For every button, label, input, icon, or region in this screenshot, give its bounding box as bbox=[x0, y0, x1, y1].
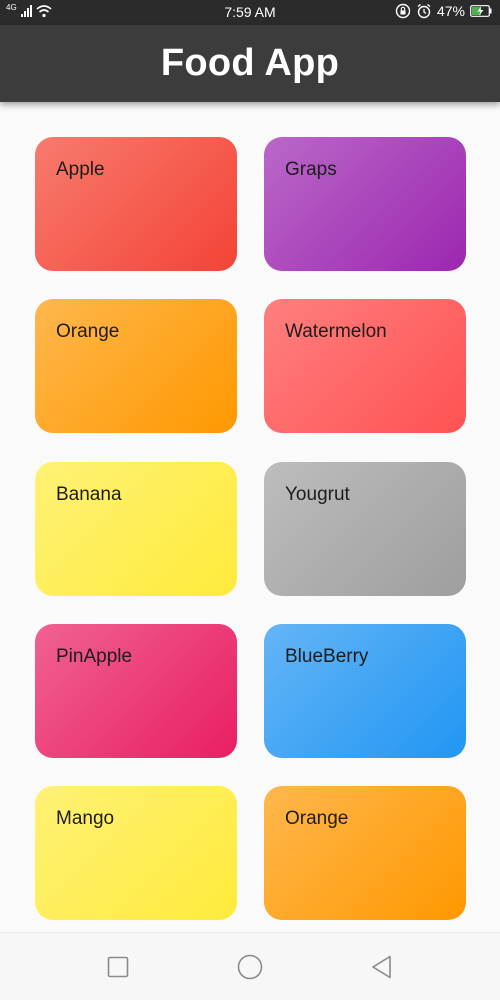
status-bar: 4G 7:59 AM 47% bbox=[0, 0, 500, 25]
status-right: 47% bbox=[395, 3, 492, 19]
card-label: Apple bbox=[56, 159, 105, 180]
food-card-blueberry[interactable]: BlueBerry bbox=[264, 624, 466, 758]
alarm-icon bbox=[417, 3, 431, 19]
rotation-lock-icon bbox=[395, 3, 411, 19]
food-card-orange-2[interactable]: Orange bbox=[264, 786, 466, 920]
battery-charging-icon bbox=[470, 5, 492, 17]
card-label: Mango bbox=[56, 808, 115, 829]
back-icon[interactable] bbox=[368, 953, 396, 981]
food-card-watermelon[interactable]: Watermelon bbox=[264, 299, 466, 433]
card-label: BlueBerry bbox=[285, 646, 369, 667]
battery-percentage: 47% bbox=[436, 3, 465, 19]
food-card-apple[interactable]: Apple bbox=[35, 137, 237, 271]
card-label: Banana bbox=[56, 484, 122, 505]
card-label: PinApple bbox=[56, 646, 133, 667]
home-icon[interactable] bbox=[236, 953, 264, 981]
food-card-graps[interactable]: Graps bbox=[264, 137, 466, 271]
food-card-mango[interactable]: Mango bbox=[35, 786, 237, 920]
card-label: Yougrut bbox=[285, 484, 350, 505]
food-card-banana[interactable]: Banana bbox=[35, 462, 237, 596]
recent-apps-icon[interactable] bbox=[104, 953, 132, 981]
navigation-bar bbox=[0, 932, 500, 1000]
app-bar: Food App bbox=[0, 25, 500, 102]
card-label: Graps bbox=[285, 159, 337, 180]
card-label: Orange bbox=[56, 321, 120, 342]
food-card-orange[interactable]: Orange bbox=[35, 299, 237, 433]
card-label: Orange bbox=[285, 808, 349, 829]
card-label: Watermelon bbox=[285, 321, 387, 342]
app-title: Food App bbox=[160, 42, 340, 84]
food-card-pinapple[interactable]: PinApple bbox=[35, 624, 237, 758]
food-card-yougrut[interactable]: Yougrut bbox=[264, 462, 466, 596]
